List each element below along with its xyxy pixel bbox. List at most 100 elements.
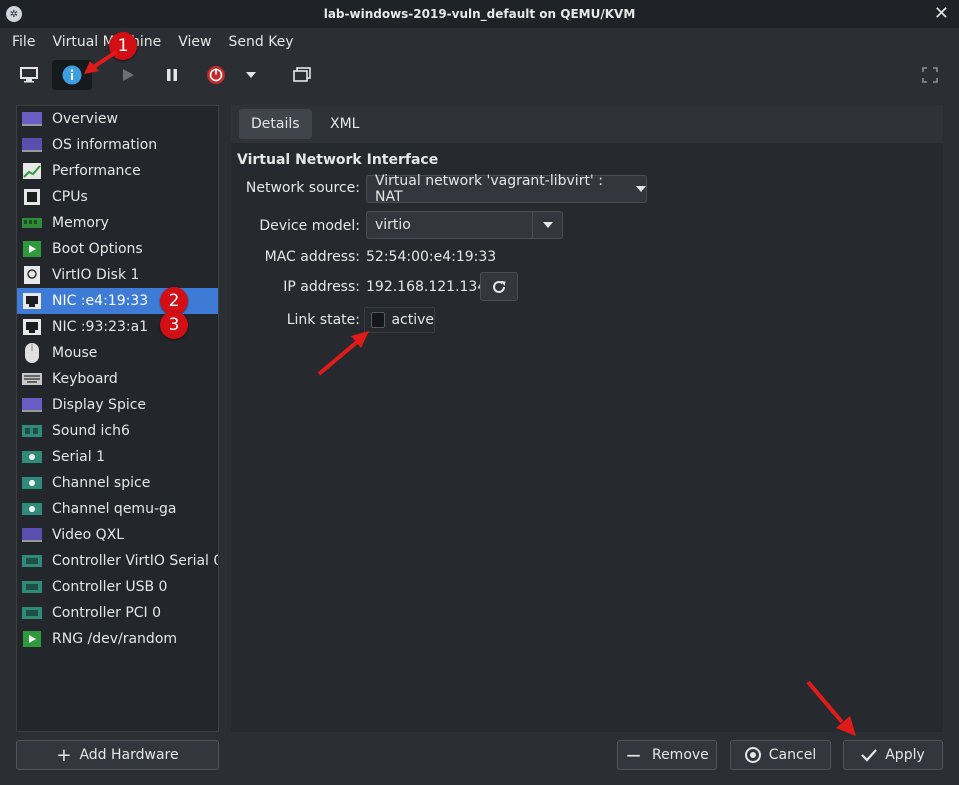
network-source-select[interactable]: Virtual network 'vagrant-libvirt' : NAT [366,173,647,205]
add-hardware-label: Add Hardware [79,747,179,763]
menu-view[interactable]: View [178,34,211,50]
sidebar-item-label: Controller VirtIO Serial 0 [52,553,219,569]
virt-manager-icon: ✲ [6,6,22,22]
monitor-icon [20,67,38,83]
pause-button[interactable] [158,60,186,90]
channel-icon [22,501,42,517]
sidebar-item-label: Display Spice [52,397,147,413]
sidebar-item-boot-options[interactable]: Boot Options [17,236,218,262]
refresh-ip-button[interactable] [480,272,518,301]
cpu-icon [22,189,42,205]
refresh-icon [493,280,506,293]
sidebar-item-label: Overview [52,111,118,127]
chevron-down-icon [542,222,553,228]
sidebar-item-keyboard[interactable]: Keyboard [17,366,218,392]
menu-bar: File Virtual Machine View Send Key [0,28,959,56]
shutdown-button[interactable] [202,60,230,90]
sidebar-item-label: Boot Options [52,241,143,257]
menu-file[interactable]: File [12,34,35,50]
close-icon[interactable]: ✕ [934,3,949,24]
network-source-label: Network source: [245,180,360,196]
mac-address-label: MAC address: [264,249,360,265]
sidebar-item-controller-usb-0[interactable]: Controller USB 0 [17,574,218,600]
sidebar-item-display-spice[interactable]: Display Spice [17,392,218,418]
performance-icon [22,163,42,179]
sidebar-item-label: Keyboard [52,371,118,387]
window-title: lab-windows-2019-vuln_default on QEMU/KV… [323,7,636,21]
fullscreen-icon [922,67,938,83]
shutdown-menu-button[interactable] [240,60,262,90]
nic-icon [22,319,42,335]
sidebar-item-channel-spice[interactable]: Channel spice [17,470,218,496]
sidebar-item-controller-pci-0[interactable]: Controller PCI 0 [17,600,218,626]
sidebar-item-cpus[interactable]: CPUs [17,184,218,210]
tab-xml[interactable]: XML [318,109,371,139]
section-title: Virtual Network Interface [237,152,439,168]
info-icon [62,65,82,85]
network-source-value: Virtual network 'vagrant-libvirt' : NAT [375,173,603,205]
tab-details[interactable]: Details [239,109,312,139]
mac-address-value: 52:54:00:e4:19:33 [366,249,497,265]
os-info-icon [22,137,42,153]
sidebar-item-mouse[interactable]: Mouse [17,340,218,366]
mouse-icon [22,343,42,363]
device-model-combo[interactable]: virtio [366,211,563,239]
sidebar-item-label: Channel spice [52,475,151,491]
sidebar-item-label: Channel qemu-ga [52,501,177,517]
cancel-icon [744,747,761,763]
device-model-label: Device model: [259,218,360,234]
sidebar-item-label: Controller PCI 0 [52,605,162,621]
fullscreen-button[interactable] [916,60,944,90]
cancel-button[interactable]: Cancel [730,740,831,770]
sidebar-item-label: Mouse [52,345,98,361]
apply-label: Apply [885,747,925,763]
sidebar-item-overview[interactable]: Overview [17,106,218,132]
ip-address-value: 192.168.121.134 [366,279,487,295]
sidebar-item-rng-dev-random[interactable]: RNG /dev/random [17,626,218,652]
channel-icon [22,475,42,491]
add-hardware-button[interactable]: + Add Hardware [16,740,219,770]
video-icon [22,527,42,543]
device-model-dropdown-button[interactable] [532,212,562,238]
minus-icon: − [625,743,642,767]
snapshots-button[interactable] [288,60,316,90]
sidebar-item-os-information[interactable]: OS information [17,132,218,158]
controller-icon [22,553,42,569]
annotation-badge-3: 3 [160,311,188,339]
sidebar-item-channel-qemu-ga[interactable]: Channel qemu-ga [17,496,218,522]
remove-button[interactable]: − Remove [617,740,717,770]
chevron-down-icon [246,72,256,78]
tab-bar: Details XML [231,105,943,143]
sidebar-item-label: Sound ich6 [52,423,130,439]
annotation-arrow-link-state [317,331,369,376]
plus-icon: + [56,744,72,766]
toolbar [0,56,959,94]
sidebar-item-label: Video QXL [52,527,125,543]
annotation-arrow-1 [84,50,118,74]
keyboard-icon [22,371,42,387]
details-panel: Details XML Virtual Network Interface Ne… [231,105,943,732]
display-icon [22,397,42,413]
title-bar: ✲ lab-windows-2019-vuln_default on QEMU/… [0,0,959,28]
power-icon [207,66,225,84]
link-state-checkbox-label: active [391,312,434,328]
sidebar-item-label: CPUs [52,189,88,205]
sidebar-item-sound-ich6[interactable]: Sound ich6 [17,418,218,444]
sidebar-item-performance[interactable]: Performance [17,158,218,184]
boot-icon [22,241,42,257]
sidebar-item-memory[interactable]: Memory [17,210,218,236]
sidebar-item-label: Controller USB 0 [52,579,168,595]
sidebar-item-controller-virtio-serial-0[interactable]: Controller VirtIO Serial 0 [17,548,218,574]
console-button[interactable] [14,60,44,90]
apply-button[interactable]: Apply [843,740,943,770]
sidebar-item-virtio-disk-1[interactable]: VirtIO Disk 1 [17,262,218,288]
sidebar-item-serial-1[interactable]: Serial 1 [17,444,218,470]
serial-icon [22,449,42,465]
sidebar-item-label: NIC :e4:19:33 [52,293,149,309]
sidebar-item-video-qxl[interactable]: Video QXL [17,522,218,548]
menu-send-key[interactable]: Send Key [228,34,293,50]
overview-icon [22,111,42,127]
nic-icon [22,293,42,309]
device-model-value: virtio [375,217,411,233]
disk-icon [22,266,42,284]
